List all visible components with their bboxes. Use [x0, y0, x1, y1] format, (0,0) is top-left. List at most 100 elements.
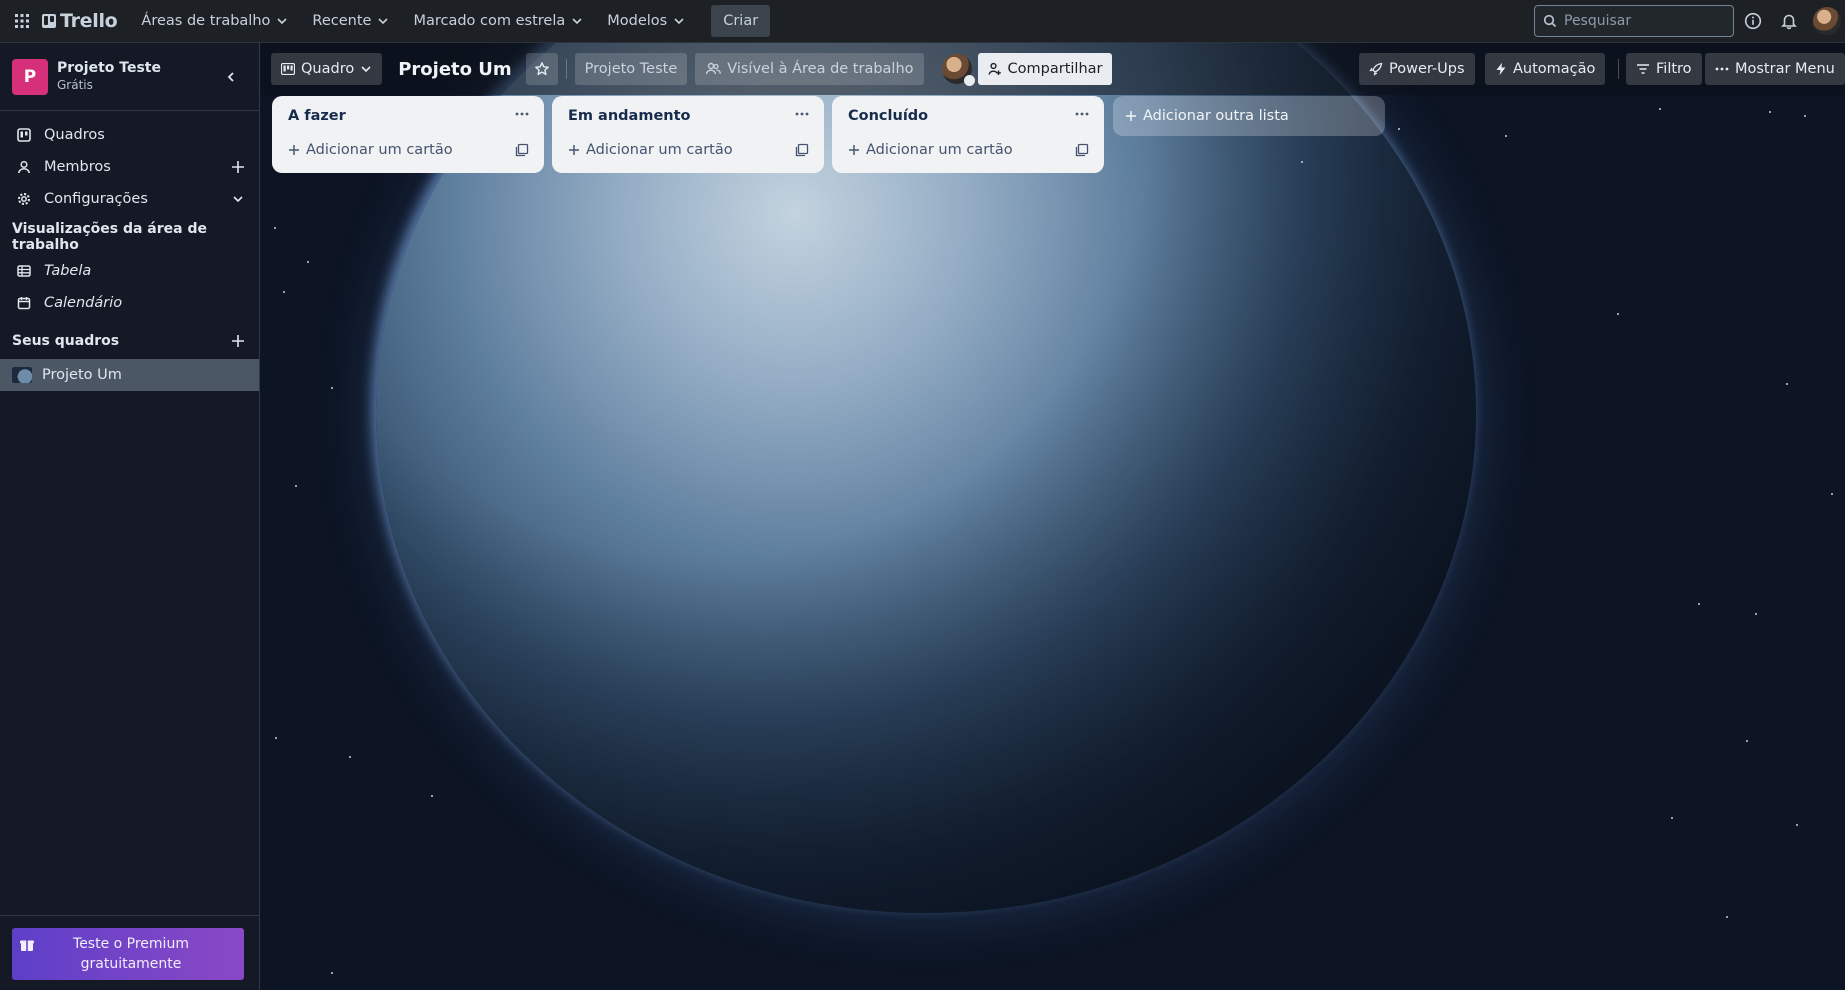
show-menu-label: Mostrar Menu [1735, 61, 1835, 77]
plus-icon [569, 145, 579, 155]
add-card-button[interactable]: Adicionar um cartão [840, 136, 1050, 164]
board-header: Quadro Projeto Um Projeto Teste Visível … [261, 43, 1845, 95]
list-column: Concluído Adicionar um cartão [832, 96, 1104, 173]
add-card-button[interactable]: Adicionar um cartão [280, 136, 490, 164]
add-board-plus-icon[interactable] [229, 332, 247, 350]
automation-button[interactable]: Automação [1485, 53, 1606, 85]
background-star [1301, 161, 1303, 163]
gift-icon [20, 940, 34, 951]
people-icon [706, 62, 722, 75]
add-card-button[interactable]: Adicionar um cartão [560, 136, 770, 164]
background-star [307, 261, 309, 263]
background-star [331, 972, 333, 974]
list-title[interactable]: A fazer [288, 108, 346, 124]
gear-icon [16, 191, 32, 207]
share-button[interactable]: Compartilhar [977, 53, 1113, 85]
board-view-switcher[interactable]: Quadro [271, 53, 383, 85]
background-star [1659, 108, 1661, 110]
card-template-icon[interactable] [1072, 140, 1092, 160]
background-star [1617, 313, 1619, 315]
table-icon [16, 263, 32, 279]
background-star [1796, 824, 1798, 826]
chevron-left-icon [227, 72, 234, 82]
chevron-down-icon [572, 18, 582, 25]
create-button[interactable]: Criar [711, 5, 771, 37]
try-premium-button[interactable]: Teste o Premium gratuitamente [12, 928, 244, 980]
search-input[interactable] [1564, 13, 1724, 29]
chevron-down-icon[interactable] [229, 190, 247, 208]
header-divider [565, 59, 567, 79]
top-navigation: Trello Áreas de trabalho Recente Marcado… [0, 0, 1845, 43]
menu-workspaces-label: Áreas de trabalho [141, 13, 271, 29]
show-menu-button[interactable]: Mostrar Menu [1705, 53, 1845, 85]
menu-templates[interactable]: Modelos [597, 5, 695, 37]
visibility-button[interactable]: Visível à Área de trabalho [695, 53, 924, 85]
sidebar-item-members[interactable]: Membros [0, 151, 259, 183]
collapse-sidebar-button[interactable] [221, 67, 241, 87]
rocket-icon [1369, 62, 1383, 76]
list-more-icon[interactable] [510, 104, 534, 124]
workspace-button[interactable]: Projeto Teste [574, 53, 688, 85]
sidebar-item-label: Quadros [44, 127, 105, 143]
menu-workspaces[interactable]: Áreas de trabalho [131, 5, 298, 37]
sidebar-item-settings[interactable]: Configurações [0, 183, 259, 215]
background-star [1398, 128, 1400, 130]
visibility-label: Visível à Área de trabalho [727, 61, 914, 77]
list-title[interactable]: Em andamento [568, 108, 691, 124]
add-member-plus-icon[interactable] [229, 158, 247, 176]
star-board-button[interactable] [525, 53, 558, 85]
background-star [295, 485, 297, 487]
your-boards-heading: Seus quadros [0, 323, 259, 359]
workspace-avatar[interactable]: P [12, 58, 48, 95]
workspace-name[interactable]: Projeto Teste [57, 60, 161, 77]
workspace-views-heading: Visualizações da área de trabalho [12, 221, 207, 253]
card-template-icon[interactable] [512, 140, 532, 160]
board-title[interactable]: Projeto Um [398, 59, 511, 80]
app-switcher-icon[interactable] [10, 9, 34, 33]
filter-button[interactable]: Filtro [1626, 53, 1702, 85]
background-star [331, 387, 333, 389]
menu-templates-label: Modelos [607, 13, 668, 29]
user-avatar[interactable] [1813, 7, 1841, 35]
background-star [1786, 383, 1788, 385]
sidebar-view-table[interactable]: Tabela [0, 255, 259, 287]
card-template-icon[interactable] [792, 140, 812, 160]
list-title[interactable]: Concluído [848, 108, 928, 124]
filter-icon [1637, 64, 1649, 74]
workspace-header: P Projeto Teste Grátis [0, 43, 259, 111]
sidebar-item-boards[interactable]: Quadros [0, 119, 259, 151]
add-card-label: Adicionar um cartão [866, 142, 1013, 158]
plus-icon [1126, 111, 1136, 121]
member-avatar[interactable] [941, 54, 975, 86]
background-star [431, 795, 433, 797]
board-canvas: Quadro Projeto Um Projeto Teste Visível … [261, 43, 1845, 990]
menu-recent[interactable]: Recente [302, 5, 399, 37]
board-view-label: Quadro [301, 61, 355, 77]
list-column: A fazer Adicionar um cartão [272, 96, 544, 173]
search-box[interactable] [1534, 5, 1734, 37]
add-card-label: Adicionar um cartão [586, 142, 733, 158]
admin-badge-icon [963, 75, 975, 86]
list-more-icon[interactable] [790, 104, 814, 124]
share-label: Compartilhar [1007, 61, 1103, 77]
info-icon[interactable] [1741, 9, 1765, 33]
power-ups-button[interactable]: Power-Ups [1359, 53, 1475, 85]
background-star [1769, 111, 1771, 113]
menu-starred[interactable]: Marcado com estrela [403, 5, 593, 37]
sidebar-view-calendar[interactable]: Calendário [0, 287, 259, 319]
sidebar-board-item[interactable]: Projeto Um [0, 359, 259, 391]
trello-logo-icon [42, 14, 56, 28]
list-column: Em andamento Adicionar um cartão [552, 96, 824, 173]
notifications-bell-icon[interactable] [1777, 9, 1801, 33]
plus-icon [289, 145, 299, 155]
add-another-list-button[interactable]: Adicionar outra lista [1113, 96, 1385, 136]
trello-logo[interactable]: Trello [42, 10, 118, 32]
menu-starred-label: Marcado com estrela [413, 13, 566, 29]
power-ups-label: Power-Ups [1389, 61, 1465, 77]
add-person-icon [988, 62, 1001, 75]
background-star [1746, 740, 1748, 742]
add-card-label: Adicionar um cartão [306, 142, 453, 158]
list-more-icon[interactable] [1070, 104, 1094, 124]
automation-label: Automação [1513, 61, 1596, 77]
search-icon [1543, 14, 1557, 28]
